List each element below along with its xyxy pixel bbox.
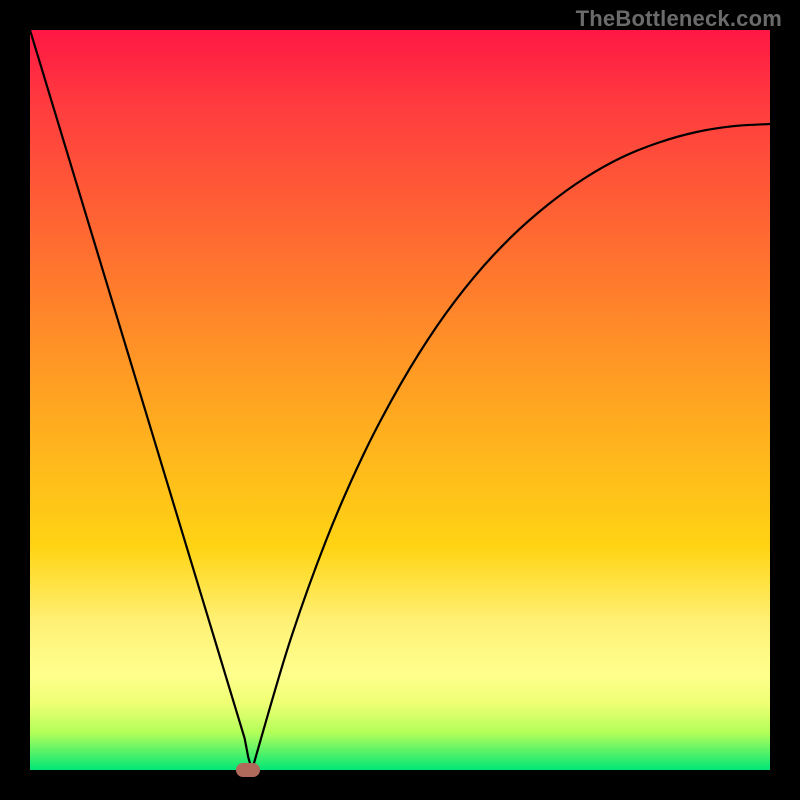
curve-svg [30,30,770,770]
watermark-text: TheBottleneck.com [576,6,782,32]
plot-area [30,30,770,770]
curve-path [30,30,770,770]
min-marker [236,763,260,777]
chart-frame: TheBottleneck.com [0,0,800,800]
